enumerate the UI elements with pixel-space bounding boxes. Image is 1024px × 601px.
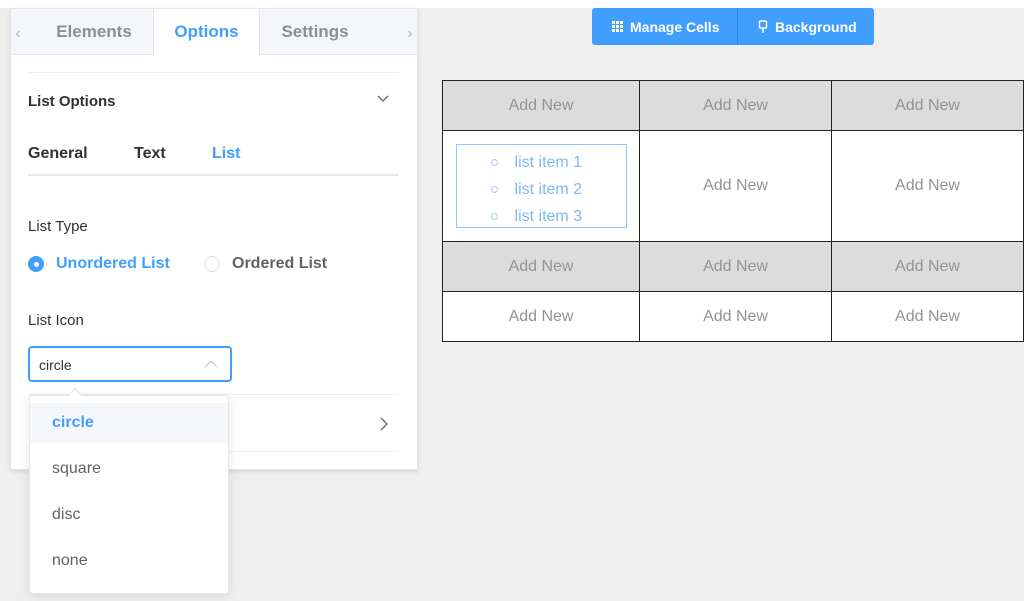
radio-ordered-list[interactable]: Ordered List bbox=[204, 255, 327, 273]
tab-options[interactable]: Options bbox=[153, 9, 260, 56]
list-item: list item 3 bbox=[457, 203, 626, 230]
table-row: Add New Add New Add New bbox=[441, 291, 1024, 342]
select-value: circle bbox=[39, 357, 72, 373]
panel-tab-bar: ‹ Elements Options Settings › bbox=[11, 9, 417, 56]
tab-settings[interactable]: Settings bbox=[260, 9, 370, 55]
cell-toolbar: Manage Cells Background bbox=[592, 8, 874, 45]
circle-bullet-icon bbox=[490, 213, 498, 220]
tab-scroll-left-icon[interactable]: ‹ bbox=[11, 9, 25, 55]
grid-icon bbox=[612, 21, 623, 32]
grid-cell[interactable]: Add New bbox=[831, 291, 1024, 342]
paint-brush-icon bbox=[758, 19, 768, 33]
list-element[interactable]: list item 1 list item 2 list item 3 bbox=[455, 144, 627, 230]
grid-cell[interactable]: Add New bbox=[831, 80, 1024, 131]
dropdown-option-square[interactable]: square bbox=[30, 449, 228, 489]
grid-cell[interactable]: Add New bbox=[639, 291, 833, 342]
list-item-text: list item 1 bbox=[514, 153, 583, 171]
divider bbox=[28, 72, 399, 73]
grid-cell[interactable]: Add New bbox=[441, 241, 641, 292]
grid-cell[interactable]: Add New bbox=[441, 80, 641, 131]
list-item-text: list item 2 bbox=[514, 180, 583, 198]
circle-bullet-icon bbox=[490, 186, 498, 193]
subtab-general[interactable]: General bbox=[28, 145, 88, 163]
list-item: list item 1 bbox=[457, 149, 626, 176]
subtab-underline bbox=[28, 174, 399, 176]
list-type-label: List Type bbox=[28, 218, 88, 235]
grid-cell[interactable]: Add New bbox=[639, 130, 833, 242]
radio-checked-icon bbox=[28, 256, 44, 272]
dropdown-option-none[interactable]: none bbox=[30, 541, 228, 581]
tab-elements[interactable]: Elements bbox=[25, 9, 163, 55]
radio-unordered-list[interactable]: Unordered List bbox=[28, 255, 170, 273]
background-label: Background bbox=[775, 18, 857, 35]
background-button[interactable]: Background bbox=[738, 8, 874, 45]
grid-cell[interactable]: Add New bbox=[639, 241, 833, 292]
radio-label: Ordered List bbox=[232, 255, 328, 272]
list-icon-dropdown: circle square disc none bbox=[29, 387, 229, 594]
dropdown-option-circle[interactable]: circle bbox=[30, 403, 228, 443]
grid-cell[interactable]: Add New bbox=[831, 241, 1024, 292]
grid-cell-list[interactable]: list item 1 list item 2 list item 3 bbox=[441, 130, 641, 242]
tab-scroll-right-icon[interactable]: › bbox=[403, 9, 417, 55]
subtab-list[interactable]: List bbox=[212, 145, 240, 163]
manage-cells-button[interactable]: Manage Cells bbox=[592, 8, 738, 45]
table-row: list item 1 list item 2 list item 3 Add … bbox=[441, 130, 1024, 242]
manage-cells-label: Manage Cells bbox=[630, 18, 720, 35]
subtab-text[interactable]: Text bbox=[134, 145, 166, 163]
list-icon-select[interactable]: circle bbox=[28, 346, 232, 382]
list-item: list item 2 bbox=[457, 176, 626, 203]
grid-cell[interactable]: Add New bbox=[639, 80, 833, 131]
chevron-right-icon[interactable] bbox=[376, 416, 392, 432]
table-row: Add New Add New Add New bbox=[441, 80, 1024, 131]
list-icon-label: List Icon bbox=[28, 312, 84, 329]
radio-unchecked-icon bbox=[204, 256, 220, 272]
table-row: Add New Add New Add New bbox=[441, 241, 1024, 292]
list-item-text: list item 3 bbox=[514, 207, 583, 225]
chevron-down-icon[interactable] bbox=[373, 89, 393, 109]
radio-label: Unordered List bbox=[56, 255, 170, 272]
cells-grid: Add New Add New Add New list item 1 list… bbox=[441, 80, 1024, 342]
dropdown-option-disc[interactable]: disc bbox=[30, 495, 228, 535]
grid-cell[interactable]: Add New bbox=[441, 291, 641, 342]
top-strip bbox=[0, 0, 1024, 8]
section-title-list-options[interactable]: List Options bbox=[28, 93, 116, 110]
circle-bullet-icon bbox=[490, 159, 498, 166]
chevron-up-icon bbox=[204, 360, 218, 368]
grid-cell[interactable]: Add New bbox=[831, 130, 1024, 242]
